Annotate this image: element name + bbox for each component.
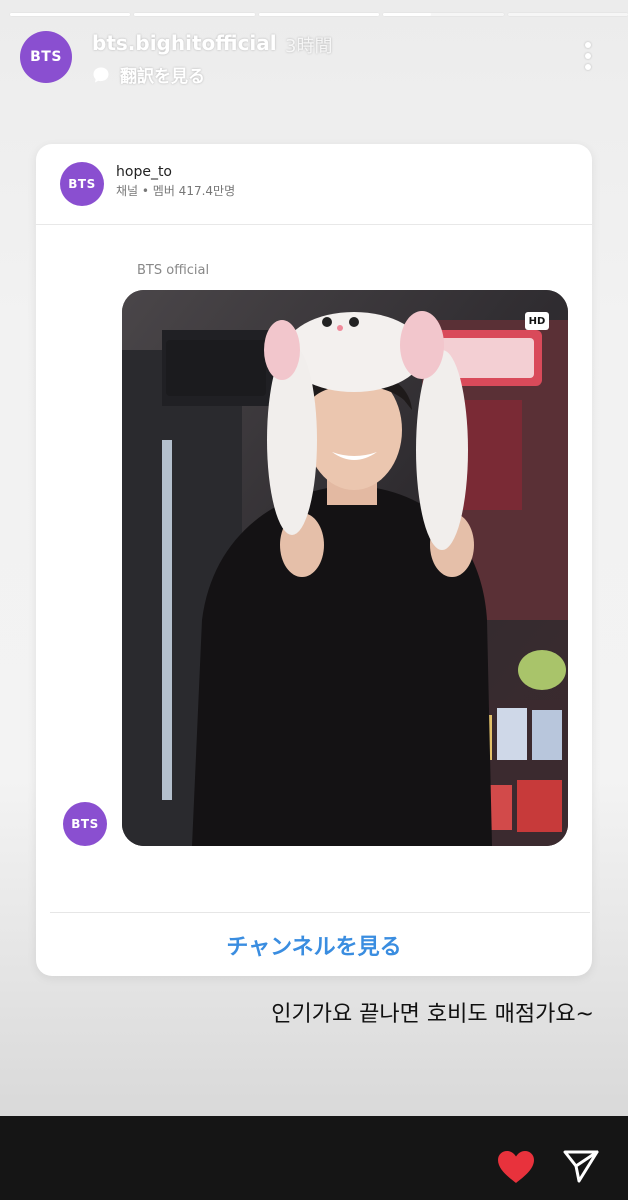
translate-label: 翻訳を見る [120,67,205,87]
story-progress-fill [383,13,432,16]
speech-bubble-icon [93,67,109,82]
story-progress-bar [10,13,628,16]
more-options-icon[interactable] [580,40,596,72]
channel-avatar: BTS [60,162,104,206]
message-photo[interactable]: HD [122,290,568,846]
story-progress-segment [507,13,628,16]
story-caption: 인기가요 끝나면 호비도 매점가요~ [271,1002,594,1027]
message-sender-name: BTS official [137,263,210,278]
story-progress-segment [134,13,255,16]
story-frame: BTS bts.bighitofficial 3時間 翻訳を見る BTS hop… [0,0,628,1116]
send-icon[interactable] [562,1148,600,1184]
photo-illustration [122,290,568,846]
account-avatar[interactable]: BTS [20,31,72,83]
story-progress-segment [258,13,380,16]
channel-name: hope_to [116,164,172,180]
channel-header[interactable]: BTS hope_to 채널 • 멤버 417.4만명 [36,144,592,225]
story-progress-segment [383,13,504,16]
story-progress-fill [258,13,380,16]
channel-member-count: 채널 • 멤버 417.4만명 [116,184,236,198]
story-progress-segment [10,13,131,16]
story-progress-fill [134,13,255,16]
view-channel-button[interactable]: チャンネルを見る [36,913,592,976]
message-avatar: BTS [63,802,107,846]
translate-button[interactable]: 翻訳を見る [92,62,205,87]
heart-icon[interactable] [496,1149,536,1185]
hd-badge: HD [525,312,549,330]
story-progress-fill [10,13,131,16]
story-timestamp: 3時間 [285,36,333,57]
channel-share-card[interactable]: BTS hope_to 채널 • 멤버 417.4만명 BTS official [36,144,592,976]
account-username[interactable]: bts.bighitofficial [92,31,277,55]
